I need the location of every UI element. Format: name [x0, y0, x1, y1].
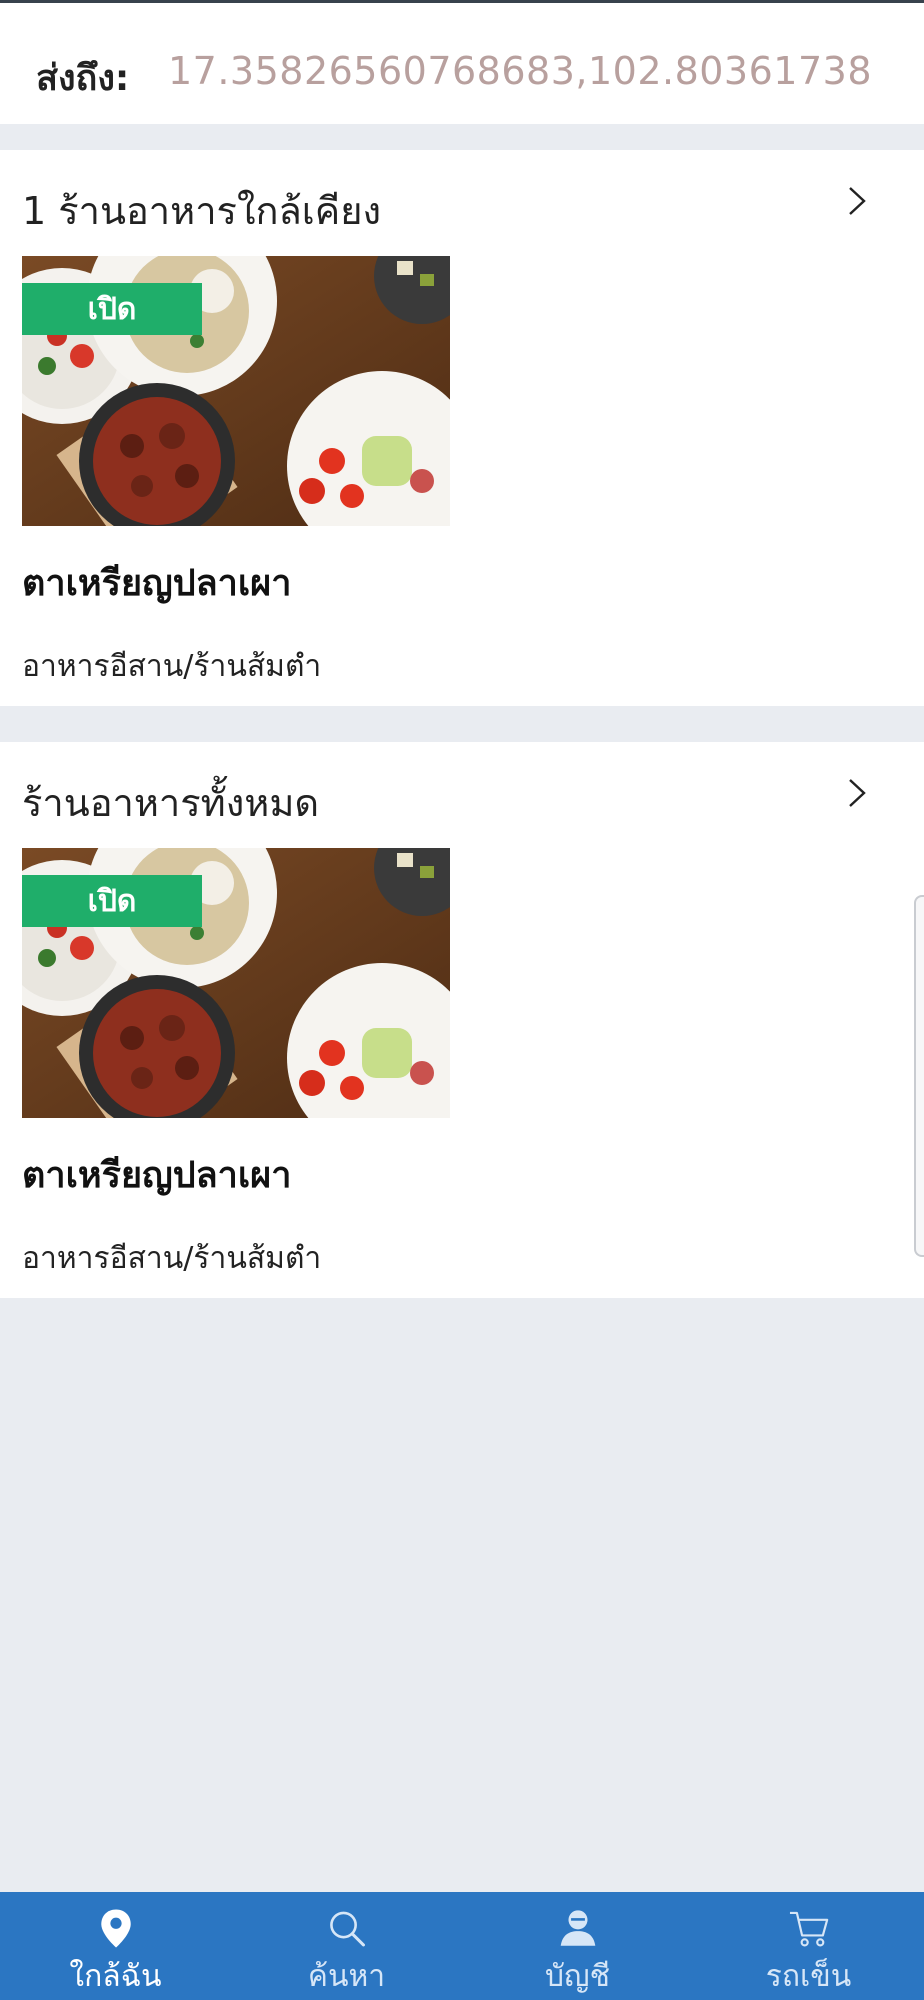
open-status-badge: เปิด [22, 283, 202, 335]
restaurant-card[interactable]: เปิด ตาเหรียญปลาเผา อาหารอีสาน/ร้านส้มตำ [22, 848, 450, 1282]
open-status-badge: เปิด [22, 875, 202, 927]
restaurant-category: อาหารอีสาน/ร้านส้มตำ [22, 1241, 322, 1276]
edge-panel-handle[interactable] [914, 895, 924, 1257]
delivery-coordinates[interactable]: 17.35826560768683,102.80361738 [168, 49, 872, 93]
delivery-header[interactable]: ส่งถึง: 17.35826560768683,102.80361738 [0, 3, 924, 124]
restaurant-image: เปิด [22, 848, 450, 1118]
app-screen: ส่งถึง: 17.35826560768683,102.80361738 1… [0, 0, 924, 2000]
location-pin-icon [100, 1909, 131, 1948]
section-title-all[interactable]: ร้านอาหารทั้งหมด [22, 772, 319, 833]
nav-item-nearby[interactable]: ใกล้ฉัน [0, 1892, 231, 2000]
all-restaurants-section: ร้านอาหารทั้งหมด เปิด ตาเหรียญปลาเผา อาห… [0, 742, 924, 1298]
cart-icon [789, 1911, 828, 1947]
nav-item-cart[interactable]: รถเข็น [693, 1892, 924, 2000]
nav-label: ค้นหา [307, 1959, 386, 1994]
nav-label: บัญชี [545, 1959, 610, 1994]
section-title-nearby[interactable]: 1 ร้านอาหารใกล้เคียง [22, 180, 381, 241]
restaurant-image: เปิด [22, 256, 450, 526]
restaurant-name[interactable]: ตาเหรียญปลาเผา [22, 1146, 450, 1203]
restaurant-card[interactable]: เปิด ตาเหรียญปลาเผา อาหารอีสาน/ร้านส้มตำ [22, 256, 450, 690]
nav-item-search[interactable]: ค้นหา [231, 1892, 462, 2000]
restaurant-category: อาหารอีสาน/ร้านส้มตำ [22, 649, 322, 684]
search-icon [329, 1911, 365, 1947]
account-icon [560, 1910, 595, 1946]
nav-label: รถเข็น [765, 1959, 852, 1994]
chevron-right-icon[interactable] [840, 776, 874, 810]
chevron-right-icon[interactable] [840, 184, 874, 218]
restaurant-name[interactable]: ตาเหรียญปลาเผา [22, 554, 450, 611]
deliver-to-label: ส่งถึง: [36, 58, 130, 99]
bottom-navigation: ใกล้ฉัน ค้นหา บัญชี รถเข็น [0, 1892, 924, 2000]
nav-label: ใกล้ฉัน [69, 1959, 162, 1994]
nearby-restaurants-section: 1 ร้านอาหารใกล้เคียง เปิด ตาเหรียญปลาเผา… [0, 150, 924, 706]
nav-item-account[interactable]: บัญชี [462, 1892, 693, 2000]
